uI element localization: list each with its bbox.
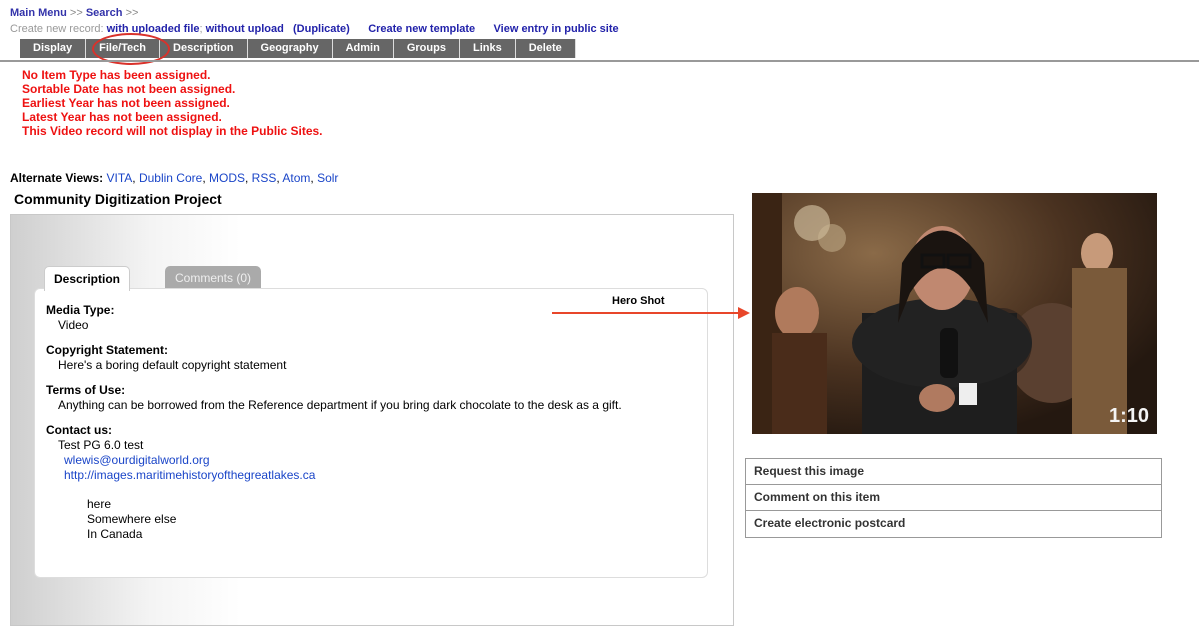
breadcrumb-main-menu-link[interactable]: Main Menu: [10, 7, 67, 19]
tab-groups[interactable]: Groups: [393, 39, 460, 58]
alt-view-rss-link[interactable]: RSS: [252, 171, 277, 185]
breadcrumb: Main Menu >> Search >>: [10, 7, 138, 19]
video-duration: 1:10: [1108, 405, 1149, 427]
alt-view-vita-link[interactable]: VITA: [107, 171, 133, 185]
terms-value: Anything can be borrowed from the Refere…: [58, 398, 622, 412]
warning-latest-year: Latest Year has not been assigned.: [22, 110, 222, 124]
tab-links[interactable]: Links: [459, 39, 516, 58]
alt-view-solr-link[interactable]: Solr: [317, 171, 338, 185]
item-actions: Request this image Comment on this item …: [745, 458, 1162, 538]
copyright-value: Here's a boring default copyright statem…: [58, 358, 287, 372]
warning-public-sites: This Video record will not display in th…: [22, 124, 323, 138]
alt-view-dublin-core-link[interactable]: Dublin Core: [139, 171, 202, 185]
annotation-arrow-icon: [552, 307, 750, 319]
terms-label: Terms of Use:: [46, 383, 126, 397]
breadcrumb-separator: >>: [125, 7, 139, 19]
tab-geography[interactable]: Geography: [247, 39, 333, 58]
breadcrumb-search-link[interactable]: Search: [86, 7, 123, 19]
address-line: Somewhere else: [87, 512, 177, 526]
create-separator: ;: [199, 23, 203, 35]
alternate-views-label: Alternate Views:: [10, 171, 104, 185]
terms-field: Terms of Use: Anything can be borrowed f…: [46, 383, 622, 413]
contact-label: Contact us:: [46, 423, 112, 437]
media-type-field: Media Type: Video: [46, 303, 114, 333]
create-record-label: Create new record:: [10, 23, 104, 35]
create-record-row: Create new record: with uploaded file; w…: [10, 23, 619, 35]
tab-delete[interactable]: Delete: [515, 39, 576, 58]
contact-url-link[interactable]: http://images.maritimehistoryofthegreatl…: [46, 468, 315, 483]
contact-email-link[interactable]: wlewis@ourdigitalworld.org: [46, 453, 315, 468]
video-frame-image: [752, 193, 1157, 434]
alt-view-atom-link[interactable]: Atom: [282, 171, 310, 185]
contact-field: Contact us: Test PG 6.0 test wlewis@ourd…: [46, 423, 315, 542]
tab-comments[interactable]: Comments (0): [165, 266, 261, 290]
without-upload-link[interactable]: without upload: [206, 23, 284, 35]
warning-earliest-year: Earliest Year has not been assigned.: [22, 96, 230, 110]
tab-description[interactable]: Description: [160, 39, 248, 58]
tab-display[interactable]: Display: [20, 39, 87, 58]
create-template-link[interactable]: Create new template: [368, 23, 475, 35]
media-type-value: Video: [58, 318, 89, 332]
media-type-label: Media Type:: [46, 303, 115, 317]
warning-sortable-date: Sortable Date has not been assigned.: [22, 82, 236, 96]
record-title: Community Digitization Project: [14, 191, 222, 207]
request-image-link[interactable]: Request this image: [746, 459, 1161, 485]
contact-name: Test PG 6.0 test: [58, 438, 144, 452]
warning-list: No Item Type has been assigned. Sortable…: [22, 68, 323, 138]
copyright-label: Copyright Statement:: [46, 343, 169, 357]
create-postcard-link[interactable]: Create electronic postcard: [746, 511, 1161, 537]
comment-item-link[interactable]: Comment on this item: [746, 485, 1161, 511]
alt-view-mods-link[interactable]: MODS: [209, 171, 245, 185]
header-divider: [0, 60, 1199, 62]
copyright-field: Copyright Statement: Here's a boring def…: [46, 343, 286, 373]
tab-description-panel[interactable]: Description: [44, 266, 130, 291]
warning-item-type: No Item Type has been assigned.: [22, 68, 211, 82]
breadcrumb-separator: >>: [69, 7, 83, 19]
duplicate-link[interactable]: (Duplicate): [293, 23, 350, 35]
tab-admin[interactable]: Admin: [332, 39, 394, 58]
view-public-link[interactable]: View entry in public site: [494, 23, 619, 35]
video-thumbnail[interactable]: 1:10: [752, 193, 1157, 434]
address-line: In Canada: [87, 527, 143, 541]
address-line: here: [87, 497, 112, 511]
alternate-views: Alternate Views: VITA, Dublin Core, MODS…: [10, 171, 339, 185]
